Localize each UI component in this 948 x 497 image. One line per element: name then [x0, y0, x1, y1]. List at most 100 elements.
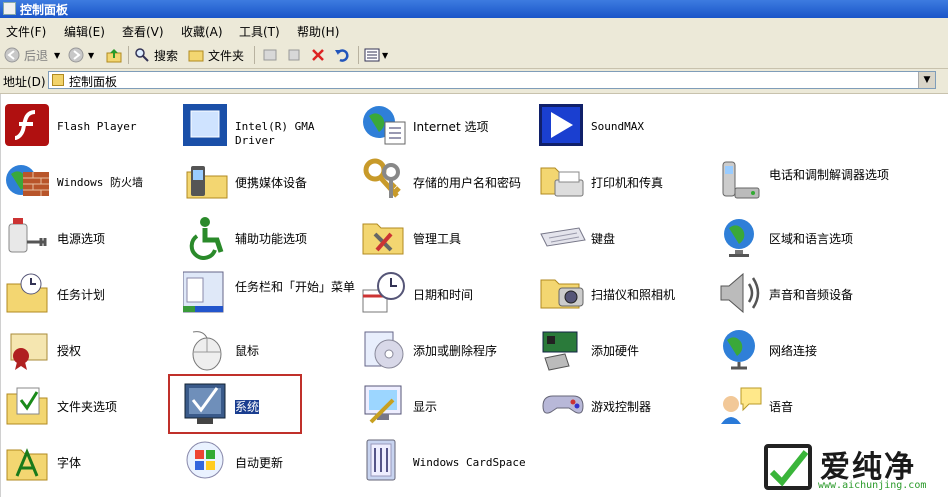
item-automatic-updates[interactable]: 自动更新 [183, 434, 358, 486]
chevron-down-icon: ▼ [88, 50, 95, 60]
address-value: 控制面板 [69, 75, 118, 89]
folder-options-icon [6, 387, 48, 425]
phone-modem-icon [722, 161, 760, 199]
delete-button[interactable] [310, 46, 326, 64]
item-power-options[interactable]: 电源选项 [5, 210, 180, 262]
item-stored-credentials[interactable]: 存储的用户名和密码 [361, 154, 536, 206]
gamepad-icon [542, 395, 584, 414]
views-icon [364, 48, 380, 62]
views-button[interactable]: ▼ [364, 46, 388, 64]
item-administrative-tools[interactable]: 管理工具 [361, 210, 536, 262]
address-input[interactable]: 控制面板 ▼ [48, 71, 936, 89]
mouse-icon [192, 331, 222, 371]
admin-tools-icon [362, 223, 404, 255]
copy-to-button[interactable] [286, 46, 302, 64]
delete-x-icon [312, 49, 324, 61]
power-icon [8, 218, 47, 253]
undo-button[interactable] [334, 46, 350, 64]
cardspace-icon [366, 439, 396, 481]
folders-button[interactable]: 文件夹 [188, 46, 244, 64]
item-windows-cardspace[interactable]: Windows CardSpace [361, 434, 536, 486]
internet-options-icon [363, 106, 406, 145]
speaker-icon [720, 272, 760, 314]
address-dropdown-button[interactable]: ▼ [918, 72, 935, 88]
item-licensing[interactable]: 授权 [5, 322, 180, 374]
taskbar-icon [183, 271, 224, 313]
item-mouse[interactable]: 鼠标 [183, 322, 358, 374]
toolbar-separator [358, 46, 359, 64]
firewall-icon [6, 165, 49, 196]
item-keyboard[interactable]: 键盘 [539, 210, 714, 262]
item-taskbar-start-menu[interactable]: 任务栏和「开始」菜单 [183, 266, 358, 318]
back-button[interactable]: 后退 ▼ [4, 46, 60, 64]
item-scanners-and-cameras[interactable]: 扫描仪和照相机 [539, 266, 714, 318]
menu-view[interactable]: 查看(V) [122, 23, 164, 40]
item-windows-firewall[interactable]: Windows 防火墙 [5, 154, 180, 206]
title-bar: 控制面板 [0, 0, 948, 18]
item-add-hardware[interactable]: 添加硬件 [539, 322, 714, 374]
item-scheduled-tasks[interactable]: 任务计划 [5, 266, 180, 318]
add-remove-icon [364, 331, 404, 369]
speech-icon [721, 387, 762, 424]
control-panel-icon [52, 74, 64, 86]
item-sounds-and-audio[interactable]: 声音和音频设备 [717, 266, 892, 318]
back-arrow-icon [4, 47, 20, 63]
printer-icon [540, 167, 584, 197]
menu-file[interactable]: 文件(F) [6, 23, 46, 40]
toolbar: 后退 ▼ ▼ 搜索 文件夹 ▼ [0, 42, 948, 69]
menu-bar: 文件(F) 编辑(E) 查看(V) 收藏(A) 工具(T) 帮助(H) [0, 18, 948, 43]
item-portable-media-devices[interactable]: 便携媒体设备 [183, 154, 358, 206]
chevron-down-icon: ▼ [54, 50, 61, 60]
item-folder-options[interactable]: 文件夹选项 [5, 378, 180, 430]
control-panel-icon [3, 2, 16, 15]
item-date-and-time[interactable]: 日期和时间 [361, 266, 536, 318]
item-add-remove-programs[interactable]: 添加或删除程序 [361, 322, 536, 374]
globe-icon [724, 219, 754, 257]
scheduled-tasks-icon [6, 273, 48, 313]
search-button[interactable]: 搜索 [134, 46, 178, 64]
item-speech[interactable]: 语音 [717, 378, 892, 430]
network-icon [723, 330, 755, 370]
watermark-url: www.aichunjing.com [818, 480, 927, 491]
intel-gma-icon [183, 104, 227, 146]
item-soundmax[interactable]: SoundMAX [539, 98, 714, 150]
search-icon [135, 48, 149, 62]
flash-player-icon [5, 104, 49, 146]
control-panel-items: Flash Player Intel(R) GMA Driver Interne… [0, 94, 945, 497]
chevron-down-icon: ▼ [382, 50, 389, 60]
undo-icon [335, 49, 349, 62]
folder-icon [188, 50, 204, 62]
item-flash-player[interactable]: Flash Player [5, 98, 180, 150]
scanner-icon [540, 279, 584, 309]
menu-tools[interactable]: 工具(T) [239, 23, 280, 40]
forward-arrow-icon [68, 47, 84, 63]
up-button[interactable] [106, 46, 122, 64]
item-network-connections[interactable]: 网络连接 [717, 322, 892, 374]
item-accessibility-options[interactable]: 辅助功能选项 [183, 210, 358, 262]
keyboard-icon [540, 227, 586, 247]
copy-to-icon [288, 49, 300, 61]
item-game-controllers[interactable]: 游戏控制器 [539, 378, 714, 430]
item-regional-language[interactable]: 区域和语言选项 [717, 210, 892, 262]
menu-help[interactable]: 帮助(H) [297, 23, 339, 40]
menu-favorites[interactable]: 收藏(A) [181, 23, 223, 40]
keys-icon [363, 158, 401, 198]
add-hardware-icon [542, 331, 578, 371]
datetime-icon [362, 272, 405, 313]
watermark: 爱纯净 www.aichunjing.com [758, 438, 948, 497]
move-to-icon [263, 49, 277, 61]
item-fonts[interactable]: 字体 [5, 434, 180, 486]
item-intel-gma-driver[interactable]: Intel(R) GMA Driver [183, 98, 358, 150]
portable-media-icon [186, 166, 228, 199]
address-label: 地址(D) [3, 75, 46, 89]
accessibility-icon [189, 217, 224, 260]
item-display[interactable]: 显示 [361, 378, 536, 430]
display-icon [364, 385, 402, 424]
forward-button[interactable]: ▼ [68, 46, 94, 64]
item-phone-and-modem[interactable]: 电话和调制解调器选项 [717, 154, 892, 206]
address-bar: 地址(D) 控制面板 ▼ [0, 69, 948, 94]
item-internet-options[interactable]: Internet 选项 [361, 98, 536, 150]
menu-edit[interactable]: 编辑(E) [64, 23, 105, 40]
item-printers-and-faxes[interactable]: 打印机和传真 [539, 154, 714, 206]
move-to-button[interactable] [262, 46, 278, 64]
